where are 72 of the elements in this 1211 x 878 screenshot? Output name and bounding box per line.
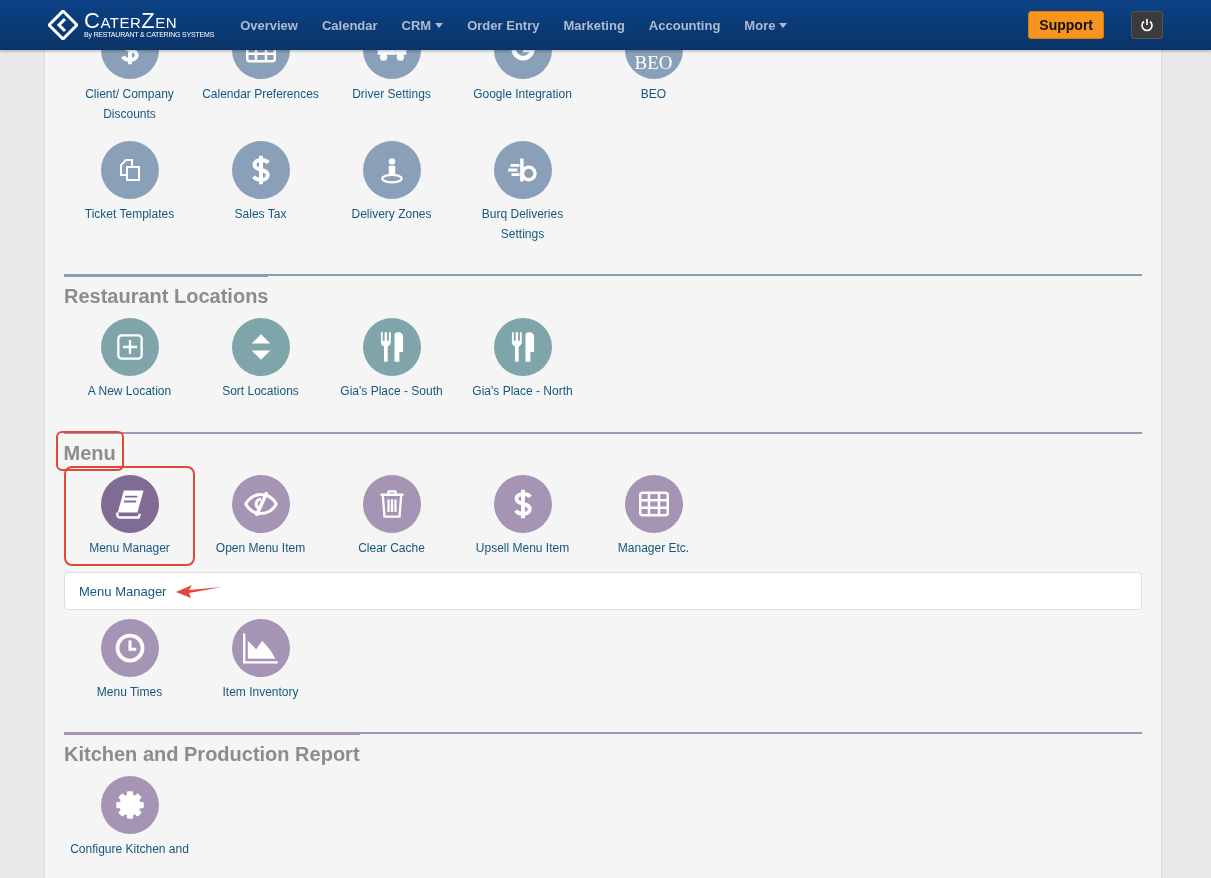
burq-icon [506, 156, 539, 183]
menu-tile[interactable]: Menu Times [64, 610, 195, 710]
tile-label: Clear Cache [357, 539, 426, 557]
menu-tile[interactable]: Item Inventory [195, 610, 326, 710]
person-pin-icon [378, 155, 405, 184]
section-heading: Restaurant Locations [64, 273, 269, 308]
tile-label: Calendar Preferences [201, 85, 320, 103]
tile-label: Sort Locations [221, 383, 300, 400]
copy-icon [117, 157, 142, 182]
section-heading: Menu [55, 430, 124, 471]
tile-label: Open Menu Item [214, 539, 307, 557]
menu-tile[interactable]: Gia's Place - North [457, 309, 588, 410]
info-text: Menu Manager [79, 583, 167, 599]
plus-square-icon [115, 333, 144, 361]
menu-tile[interactable]: Sales Tax [195, 132, 326, 232]
eye-slash-icon [243, 490, 278, 517]
menu-tile[interactable]: Burq Deliveries Settings [457, 132, 588, 252]
tile-label: Driver Settings [351, 85, 432, 103]
menu-tile[interactable]: Configure Kitchen and [64, 767, 195, 868]
menu-tile[interactable]: Open Menu Item [195, 466, 326, 566]
section-heading: Kitchen and Production Report [64, 731, 360, 766]
menu-tile[interactable]: BEO BEO [588, 50, 719, 112]
tile-label: Client/ Company Discounts [84, 85, 175, 123]
menu-tile[interactable]: Upsell Menu Item [457, 466, 588, 566]
clock-icon [114, 632, 145, 663]
tile-label: Gia's Place - South [339, 383, 444, 400]
menu-tile[interactable]: Driver Settings [326, 50, 457, 112]
menu-tile[interactable]: Google Integration [457, 50, 588, 112]
tile-label: Ticket Templates [83, 205, 176, 223]
tile-label: Configure Kitchen and [69, 841, 190, 858]
grid-icon [638, 490, 669, 517]
beo-icon: BEO [634, 52, 673, 73]
tile-label: Menu Times [95, 683, 164, 701]
book-icon [113, 488, 146, 519]
trash-icon [378, 488, 405, 519]
support-button[interactable]: Support [1028, 11, 1104, 39]
power-button[interactable] [1131, 11, 1163, 39]
menu-tile[interactable]: Manager Etc. [588, 466, 719, 566]
tile-label: Upsell Menu Item [474, 539, 571, 557]
nav-link[interactable]: Overview [228, 17, 310, 33]
menu-tile[interactable]: Client/ Company Discounts [64, 50, 195, 132]
menu-tile[interactable]: A New Location [64, 309, 195, 410]
tile-label: Menu Manager [88, 539, 171, 557]
nav-link[interactable]: Accounting [636, 17, 733, 33]
tile-label: BEO [639, 85, 668, 103]
area-chart-icon [242, 631, 279, 664]
logo-name: CaterZen [84, 11, 178, 31]
nav-link[interactable]: Calendar [309, 17, 390, 33]
tile-label: Delivery Zones [350, 205, 433, 223]
tile-label: Gia's Place - North [471, 383, 574, 400]
tile-label: Sales Tax [233, 205, 288, 223]
nav-link[interactable]: CRM [389, 17, 456, 33]
nav-link[interactable]: More [732, 17, 800, 33]
tile-label: Burq Deliveries Settings [480, 205, 565, 243]
tile-label: A New Location [86, 383, 173, 400]
power-icon [1140, 18, 1154, 32]
menu-tile[interactable]: Calendar Preferences [195, 50, 326, 112]
menu-tile[interactable]: Ticket Templates [64, 132, 195, 232]
utensils-icon [378, 331, 405, 363]
settings-icon [114, 790, 145, 820]
menu-tile[interactable]: Gia's Place - South [326, 309, 457, 410]
nav-link[interactable]: Marketing [551, 17, 637, 33]
nav-link[interactable]: Order Entry [455, 17, 552, 33]
logo-icon [48, 10, 78, 40]
menu-tile[interactable]: Clear Cache [326, 466, 457, 566]
menu-tile[interactable]: Sort Locations [195, 309, 326, 410]
tile-label: Google Integration [472, 85, 573, 103]
tile-label: Manager Etc. [616, 539, 691, 557]
menu-tile[interactable]: Menu Manager [64, 466, 195, 566]
menu-tile[interactable]: Delivery Zones [326, 132, 457, 232]
utensils-icon [509, 331, 536, 363]
tile-label: Item Inventory [221, 683, 300, 701]
